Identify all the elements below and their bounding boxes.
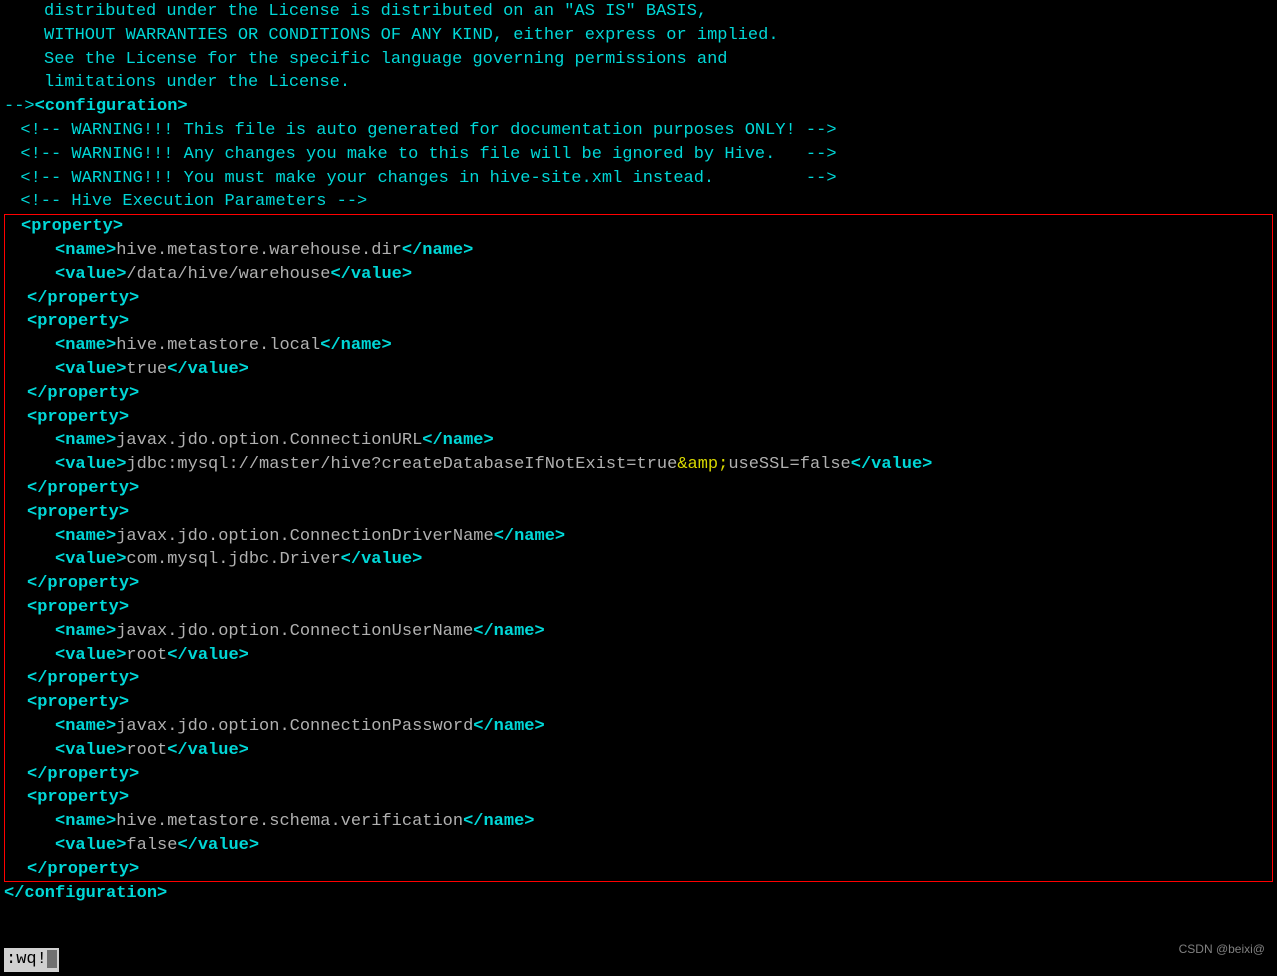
property-value: <value>false</value>: [5, 834, 1272, 858]
watermark-text: CSDN @beixi@: [1179, 941, 1265, 958]
property-close: </property>: [5, 572, 1272, 596]
property-value: <value>root</value>: [5, 644, 1272, 668]
property-value: <value>true</value>: [5, 358, 1272, 382]
property-open: <property>: [5, 501, 1272, 525]
property-close: </property>: [5, 382, 1272, 406]
warning-comment: <!-- WARNING!!! You must make your chang…: [0, 167, 1277, 191]
license-line: limitations under the License.: [0, 71, 1277, 95]
property-name: <name>javax.jdo.option.ConnectionPasswor…: [5, 715, 1272, 739]
highlighted-block: <property> <name>hive.metastore.warehous…: [4, 214, 1273, 882]
property-close: </property>: [5, 763, 1272, 787]
property-value: <value>com.mysql.jdbc.Driver</value>: [5, 548, 1272, 572]
configuration-open-line: --><configuration>: [0, 95, 1277, 119]
property-name: <name>hive.metastore.schema.verification…: [5, 810, 1272, 834]
license-line: distributed under the License is distrib…: [0, 0, 1277, 24]
property-open: <property>: [5, 596, 1272, 620]
property-name: <name>javax.jdo.option.ConnectionUserNam…: [5, 620, 1272, 644]
property-value: <value>root</value>: [5, 739, 1272, 763]
license-line: See the License for the specific languag…: [0, 48, 1277, 72]
property-name: <name>javax.jdo.option.ConnectionURL</na…: [5, 429, 1272, 453]
property-close: </property>: [5, 287, 1272, 311]
license-line: WITHOUT WARRANTIES OR CONDITIONS OF ANY …: [0, 24, 1277, 48]
property-open: <property>: [5, 406, 1272, 430]
configuration-tag: <configuration>: [35, 97, 188, 116]
vim-command-line[interactable]: :wq!: [4, 948, 59, 972]
property-open: <property>: [5, 215, 1272, 239]
property-close: </property>: [5, 858, 1272, 882]
warning-comment: <!-- WARNING!!! This file is auto genera…: [0, 119, 1277, 143]
property-open: <property>: [5, 691, 1272, 715]
cursor-icon: [47, 950, 57, 968]
warning-comment: <!-- Hive Execution Parameters -->: [0, 190, 1277, 214]
configuration-close-line: </configuration>: [0, 882, 1277, 906]
terminal-output: distributed under the License is distrib…: [0, 0, 1277, 906]
property-name: <name>hive.metastore.warehouse.dir</name…: [5, 239, 1272, 263]
comment-close: -->: [4, 97, 35, 116]
entity-amp: &amp;: [677, 455, 728, 474]
property-open: <property>: [5, 310, 1272, 334]
property-close: </property>: [5, 667, 1272, 691]
property-value: <value>/data/hive/warehouse</value>: [5, 263, 1272, 287]
warning-comment: <!-- WARNING!!! Any changes you make to …: [0, 143, 1277, 167]
property-name: <name>javax.jdo.option.ConnectionDriverN…: [5, 525, 1272, 549]
property-close: </property>: [5, 477, 1272, 501]
property-name: <name>hive.metastore.local</name>: [5, 334, 1272, 358]
property-value: <value>jdbc:mysql://master/hive?createDa…: [5, 453, 1272, 477]
property-open: <property>: [5, 786, 1272, 810]
